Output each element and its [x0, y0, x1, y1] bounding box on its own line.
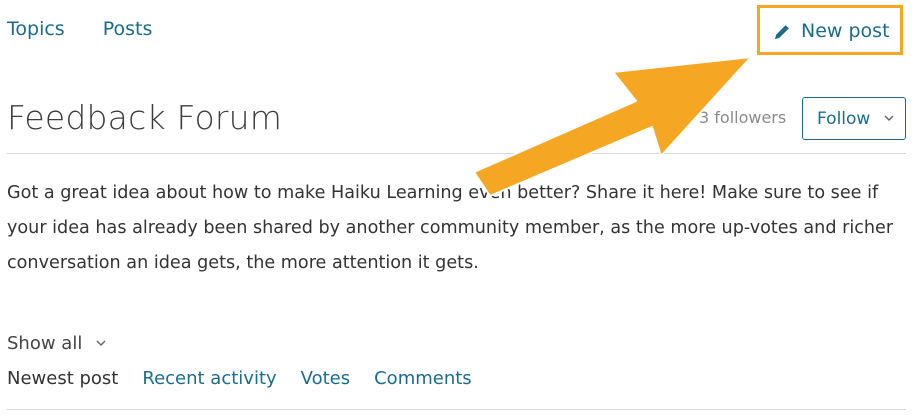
new-post-label: New post — [801, 20, 890, 42]
follow-button[interactable]: Follow — [802, 97, 906, 140]
show-all-filter[interactable]: Show all — [7, 333, 106, 354]
pencil-icon — [775, 24, 789, 39]
chevron-down-icon — [884, 115, 894, 122]
show-all-label: Show all — [7, 333, 83, 354]
forum-description: Got a great idea about how to make Haiku… — [7, 183, 894, 273]
sort-tabs: Newest post Recent activity Votes Commen… — [7, 368, 472, 389]
followers-count: 3 followers — [699, 108, 787, 127]
divider — [7, 409, 906, 410]
new-post-button[interactable]: New post — [774, 20, 890, 42]
nav-topics[interactable]: Topics — [7, 18, 65, 40]
top-nav: Topics Posts — [7, 18, 152, 40]
sort-recent-activity[interactable]: Recent activity — [142, 368, 276, 389]
chevron-down-icon — [96, 340, 106, 347]
nav-posts[interactable]: Posts — [103, 18, 153, 40]
sort-comments[interactable]: Comments — [374, 368, 472, 389]
sort-votes[interactable]: Votes — [301, 368, 350, 389]
page-title: Feedback Forum — [7, 98, 283, 137]
follow-label: Follow — [817, 108, 871, 129]
sort-newest-post[interactable]: Newest post — [7, 368, 118, 389]
divider — [7, 153, 906, 154]
